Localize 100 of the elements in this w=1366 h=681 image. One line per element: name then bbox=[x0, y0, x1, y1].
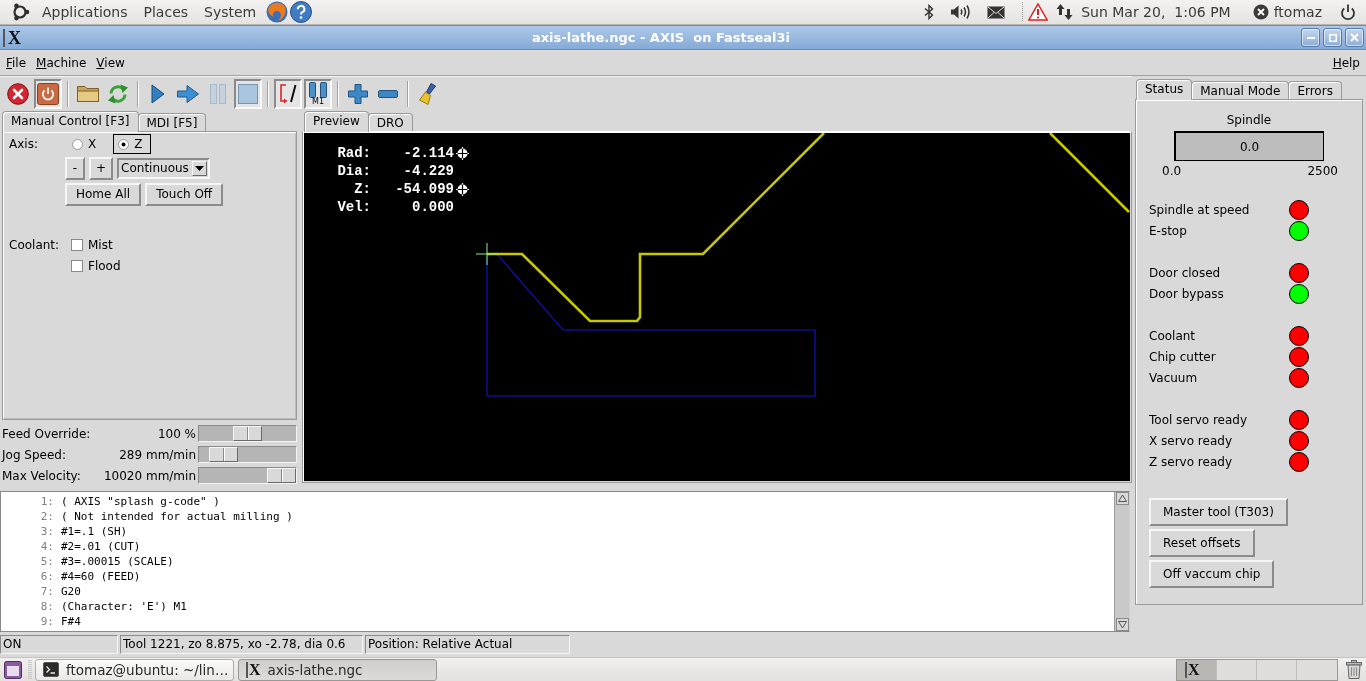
caret-icon bbox=[194, 165, 204, 171]
maximize-button[interactable] bbox=[1323, 28, 1342, 47]
status-field: Position: Relative Actual bbox=[365, 634, 570, 654]
axis-radio[interactable]: Z bbox=[113, 134, 152, 154]
minimize-button[interactable] bbox=[1301, 28, 1320, 47]
bluetooth-icon[interactable] bbox=[924, 4, 935, 20]
notebook-tab[interactable]: Manual Control [F3] bbox=[2, 111, 139, 132]
code-line: ( AXIS "splash g-code" ) bbox=[61, 494, 220, 509]
slider-track[interactable] bbox=[198, 446, 297, 463]
taskbar-button[interactable]: X axis-lathe.ngc bbox=[238, 658, 437, 681]
dro-value: -4.229 bbox=[402, 162, 454, 180]
slider-thumb[interactable] bbox=[267, 468, 296, 483]
scroll-up-icon[interactable] bbox=[1115, 492, 1129, 505]
workspace-cell[interactable] bbox=[1257, 659, 1297, 680]
indicator-label: Z servo ready bbox=[1149, 454, 1233, 469]
volume-icon[interactable] bbox=[950, 4, 972, 20]
slider-track[interactable] bbox=[198, 425, 297, 442]
line-number: 8: bbox=[39, 599, 54, 614]
optional-stop-button[interactable]: M1 bbox=[304, 78, 332, 109]
line-number: 4: bbox=[39, 539, 54, 554]
minimize-icon bbox=[1306, 36, 1315, 39]
indicator-label: X servo ready bbox=[1149, 433, 1233, 448]
user-name[interactable]: ftomaz bbox=[1273, 4, 1322, 20]
trash-icon[interactable] bbox=[1346, 660, 1362, 679]
axis-radio[interactable]: X bbox=[67, 134, 106, 154]
close-icon bbox=[1350, 33, 1359, 42]
close-button[interactable] bbox=[1345, 28, 1364, 47]
dro-label: Dia: bbox=[337, 162, 371, 180]
ring-dots-icon[interactable] bbox=[10, 2, 30, 22]
code-line: G20 bbox=[61, 584, 81, 599]
menu-item[interactable]: Machine bbox=[36, 55, 87, 70]
action-button[interactable]: Off vaccum chip bbox=[1149, 560, 1275, 588]
menu-item[interactable]: Help bbox=[1332, 55, 1360, 70]
warning-icon[interactable] bbox=[1028, 3, 1049, 21]
globe-icon[interactable] bbox=[266, 1, 289, 23]
handle-icon bbox=[1021, 2, 1025, 22]
plus-icon bbox=[348, 83, 368, 104]
power-icon[interactable] bbox=[1340, 3, 1356, 21]
clock[interactable]: Sun Mar 20, 1:06 PM bbox=[1081, 4, 1231, 20]
mail-icon[interactable] bbox=[987, 5, 1006, 19]
scale-min-label: 0.0 bbox=[1162, 164, 1182, 178]
action-button[interactable]: Reset offsets bbox=[1149, 529, 1255, 557]
preview-canvas[interactable]: Rad: -2.114 Dia: -4.229 Z: -54.099 Vel: 0.000 bbox=[304, 133, 1130, 481]
coolant-checkbox[interactable]: Flood bbox=[71, 256, 121, 276]
workspace-cell[interactable] bbox=[1217, 659, 1257, 680]
notebook-tab[interactable]: Manual Mode bbox=[1191, 81, 1290, 99]
notebook-tab[interactable]: DRO bbox=[367, 113, 413, 131]
indicator-label: E-stop bbox=[1149, 223, 1188, 238]
jog-button[interactable]: + bbox=[89, 156, 114, 180]
taskbar-button[interactable]: ftomaz@ubuntu: ~/lin… bbox=[35, 658, 234, 681]
indicator-label: Door closed bbox=[1149, 265, 1222, 280]
axis-label: Axis: bbox=[9, 137, 39, 151]
block-delete-button[interactable] bbox=[274, 78, 302, 109]
code-line: (Character: 'E') M1 bbox=[61, 599, 187, 614]
show-desktop-icon[interactable] bbox=[4, 660, 22, 679]
handle-icon bbox=[28, 659, 32, 680]
notebook-tab[interactable]: Errors bbox=[1288, 81, 1342, 99]
notebook-tab[interactable]: Status bbox=[1136, 79, 1193, 100]
override-reading: 100 % bbox=[156, 426, 196, 441]
slider-thumb[interactable] bbox=[208, 447, 238, 462]
workspace-cell[interactable] bbox=[1297, 659, 1337, 680]
menu-item[interactable]: File bbox=[6, 55, 27, 70]
stop-button[interactable] bbox=[234, 78, 262, 109]
indicator-label: Vacuum bbox=[1149, 370, 1199, 385]
notebook-tab[interactable]: Preview bbox=[304, 111, 369, 132]
code-editor[interactable]: 1: ( AXIS "splash g-code" ) 2: ( Not intended for actual milling ) 3: #1=.1 (SH) 4: #2=.01 (CUT) 5: #3=.00015 (SCALE) 6: #4=60 (FEED) 7: G20 8: (Character: 'E') M1 9: F#4 bbox=[0, 491, 1130, 632]
notebook-tab[interactable]: MDI [F5] bbox=[137, 113, 207, 131]
code-line: F#4 bbox=[61, 614, 81, 629]
jog-increment-dropdown[interactable]: Continuous bbox=[117, 157, 210, 179]
scroll-down-icon[interactable] bbox=[1115, 618, 1129, 631]
scrollbar[interactable] bbox=[1114, 492, 1129, 631]
slider-thumb[interactable] bbox=[233, 426, 262, 441]
bars-icon bbox=[309, 81, 327, 98]
up-down-arrows-icon[interactable] bbox=[1056, 3, 1074, 21]
menu-item[interactable]: View bbox=[96, 55, 125, 70]
action-button[interactable]: Master tool (T303) bbox=[1149, 498, 1288, 526]
line-number: 5: bbox=[39, 554, 54, 569]
line-number: 1: bbox=[39, 494, 54, 509]
help-icon[interactable] bbox=[290, 1, 313, 23]
panel-menu[interactable]: System bbox=[196, 4, 265, 20]
x-circle-icon[interactable] bbox=[1252, 4, 1269, 20]
machine-power-button[interactable] bbox=[34, 78, 62, 109]
dro-label: Rad: bbox=[337, 144, 371, 162]
workspace-cell[interactable]: X bbox=[1177, 659, 1217, 680]
line-number: 3: bbox=[39, 524, 54, 539]
override-label: Max Velocity: bbox=[1, 468, 82, 483]
pause-icon bbox=[210, 83, 226, 104]
jog-button[interactable]: - bbox=[65, 156, 85, 180]
panel-menu[interactable]: Places bbox=[135, 4, 197, 20]
action-button[interactable]: Touch Off bbox=[145, 182, 224, 206]
slider-track[interactable] bbox=[198, 467, 297, 484]
coolant-checkbox[interactable]: Mist bbox=[71, 235, 121, 255]
checkbox-icon bbox=[71, 239, 83, 251]
status-field: Tool 1221, zo 8.875, xo -2.78, dia 0.6 bbox=[120, 634, 363, 654]
indicator-label: Chip cutter bbox=[1149, 349, 1217, 364]
override-label: Feed Override: bbox=[1, 426, 92, 441]
code-line: #4=60 (FEED) bbox=[61, 569, 141, 584]
play-icon bbox=[151, 83, 165, 104]
panel-menu[interactable]: Applications bbox=[34, 4, 136, 20]
action-button[interactable]: Home All bbox=[65, 182, 142, 206]
